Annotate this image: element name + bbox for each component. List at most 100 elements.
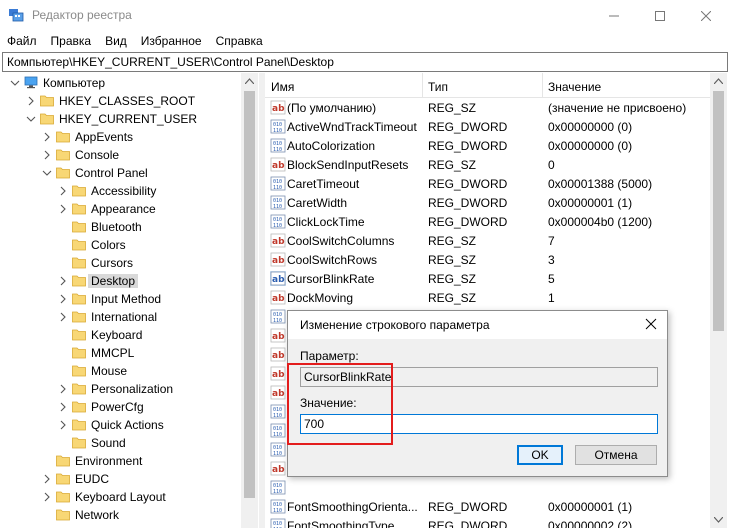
table-row[interactable]: 010 110 ClickLockTime REG_DWORD 0x000004b0 (… — [265, 212, 710, 231]
value-type: REG_DWORD — [428, 120, 508, 134]
tree-item[interactable]: Sound — [0, 434, 240, 452]
tree-item[interactable]: Accessibility — [0, 182, 240, 200]
folder-icon — [72, 401, 86, 413]
table-row[interactable]: ab BlockSendInputResets REG_SZ 0 — [265, 155, 710, 174]
binary-value-icon: 010110 — [270, 404, 286, 419]
tree-item[interactable]: Control Panel — [0, 164, 240, 182]
folder-icon — [56, 455, 70, 467]
tree-item[interactable]: Input Method — [0, 290, 240, 308]
column-type[interactable]: Тип — [428, 80, 448, 94]
table-row[interactable]: ab CoolSwitchColumns REG_SZ 7 — [265, 231, 710, 250]
table-row[interactable]: 010 110 CaretWidth REG_DWORD 0x00000001 (1) — [265, 193, 710, 212]
tree-item[interactable]: EUDC — [0, 470, 240, 488]
table-row[interactable]: ab CursorBlinkRate REG_SZ 5 — [265, 269, 710, 288]
menu-favorites[interactable]: Избранное — [134, 31, 209, 51]
menu-view[interactable]: Вид — [98, 31, 134, 51]
table-row[interactable]: ab CoolSwitchRows REG_SZ 3 — [265, 250, 710, 269]
tree-item-label: Keyboard Layout — [75, 490, 166, 504]
value-data: 3 — [548, 253, 555, 267]
tree-item[interactable]: Environment — [0, 452, 240, 470]
folder-icon — [40, 95, 54, 107]
maximize-button[interactable] — [637, 0, 683, 31]
value-type: REG_SZ — [428, 253, 477, 267]
table-row[interactable]: ab (По умолчанию) REG_SZ (значение не присв… — [265, 98, 710, 117]
chevron-right-icon[interactable] — [42, 492, 52, 502]
value-data-input[interactable]: 700 — [300, 414, 658, 434]
tree-item[interactable]: PowerCfg — [0, 398, 240, 416]
dialog-title-bar: Изменение строкового параметра — [288, 311, 667, 339]
menu-file[interactable]: Файл — [0, 31, 44, 51]
tree-item[interactable]: Mouse — [0, 362, 240, 380]
list-scrollbar[interactable] — [710, 73, 727, 528]
chevron-right-icon[interactable] — [58, 294, 68, 304]
tree-item[interactable]: Bluetooth — [0, 218, 240, 236]
chevron-down-icon[interactable] — [42, 168, 52, 178]
chevron-right-icon[interactable] — [42, 150, 52, 160]
chevron-right-icon[interactable] — [58, 186, 68, 196]
chevron-right-icon[interactable] — [58, 276, 68, 286]
table-row[interactable]: 010 110 AutoColorization REG_DWORD 0x0000000… — [265, 136, 710, 155]
tree-item[interactable]: Компьютер — [0, 74, 240, 92]
table-row[interactable]: 010 110 — [265, 478, 710, 497]
table-row[interactable]: 010110FontSmoothingType REG_DWORD 0x000000… — [265, 516, 710, 528]
tree-item[interactable]: Network — [0, 506, 240, 524]
tree-item[interactable]: Desktop — [0, 272, 240, 290]
menu-edit[interactable]: Правка — [44, 31, 99, 51]
tree-item[interactable]: Quick Actions — [0, 416, 240, 434]
string-value-icon: ab — [270, 157, 286, 172]
chevron-right-icon[interactable] — [42, 474, 52, 484]
tree-item[interactable]: AppEvents — [0, 128, 240, 146]
column-divider[interactable] — [422, 73, 423, 98]
tree-scroll-thumb[interactable] — [244, 91, 255, 498]
chevron-down-icon[interactable] — [10, 78, 20, 88]
table-row[interactable]: 010 110 FontSmoothingOrienta... REG_DWORD 0x… — [265, 497, 710, 516]
tree-item[interactable]: Colors — [0, 236, 240, 254]
column-divider[interactable] — [542, 73, 543, 98]
chevron-right-icon[interactable] — [58, 420, 68, 430]
close-icon[interactable] — [645, 318, 657, 330]
scroll-up-icon[interactable] — [714, 78, 723, 84]
table-row[interactable]: 010 110 ActiveWndTrackTimeout REG_DWORD 0x00… — [265, 117, 710, 136]
chevron-down-icon[interactable] — [26, 114, 36, 124]
tree-item[interactable]: Keyboard — [0, 326, 240, 344]
chevron-right-icon[interactable] — [26, 96, 36, 106]
table-row[interactable]: ab DockMoving REG_SZ 1 — [265, 288, 710, 307]
column-name[interactable]: Имя — [271, 80, 294, 94]
scroll-down-icon[interactable] — [714, 517, 723, 523]
tree-item[interactable]: Console — [0, 146, 240, 164]
tree-item[interactable]: Personalization — [0, 380, 240, 398]
chevron-right-icon[interactable] — [42, 132, 52, 142]
cancel-button[interactable]: Отмена — [575, 445, 657, 465]
chevron-right-icon[interactable] — [58, 204, 68, 214]
tree-item[interactable]: Cursors — [0, 254, 240, 272]
svg-text:ab: ab — [272, 275, 285, 285]
minimize-button[interactable] — [591, 0, 637, 31]
menu-help[interactable]: Справка — [209, 31, 270, 51]
ok-button[interactable]: OK — [517, 445, 563, 465]
tree-item-label: Environment — [75, 454, 143, 468]
tree-item[interactable]: Appearance — [0, 200, 240, 218]
tree-item[interactable]: HKEY_CURRENT_USER — [0, 110, 240, 128]
list-scroll-thumb[interactable] — [713, 91, 724, 331]
folder-icon — [72, 437, 86, 449]
scroll-up-icon[interactable] — [245, 78, 254, 84]
value-data: 0x00000000 (0) — [548, 139, 633, 153]
chevron-right-icon[interactable] — [58, 384, 68, 394]
tree-item[interactable]: Keyboard Layout — [0, 488, 240, 506]
tree-scrollbar[interactable] — [241, 73, 258, 528]
chevron-right-icon[interactable] — [58, 402, 68, 412]
close-button[interactable] — [683, 0, 729, 31]
tree-item[interactable]: HKEY_CLASSES_ROOT — [0, 92, 240, 110]
address-bar[interactable]: Компьютер\HKEY_CURRENT_USER\Control Pane… — [2, 52, 728, 72]
value-type: REG_DWORD — [428, 177, 508, 191]
tree-item-label: Quick Actions — [91, 418, 164, 432]
table-row[interactable]: 010 110 CaretTimeout REG_DWORD 0x00001388 (5… — [265, 174, 710, 193]
column-value[interactable]: Значение — [548, 80, 601, 94]
value-name: CaretWidth — [287, 196, 348, 210]
tree-item[interactable]: MMCPL — [0, 344, 240, 362]
tree-item-label: Cursors — [91, 256, 134, 270]
chevron-right-icon[interactable] — [58, 312, 68, 322]
tree-item-label: Accessibility — [91, 184, 157, 198]
title-bar: Редактор реестра — [0, 0, 730, 31]
tree-item[interactable]: International — [0, 308, 240, 326]
